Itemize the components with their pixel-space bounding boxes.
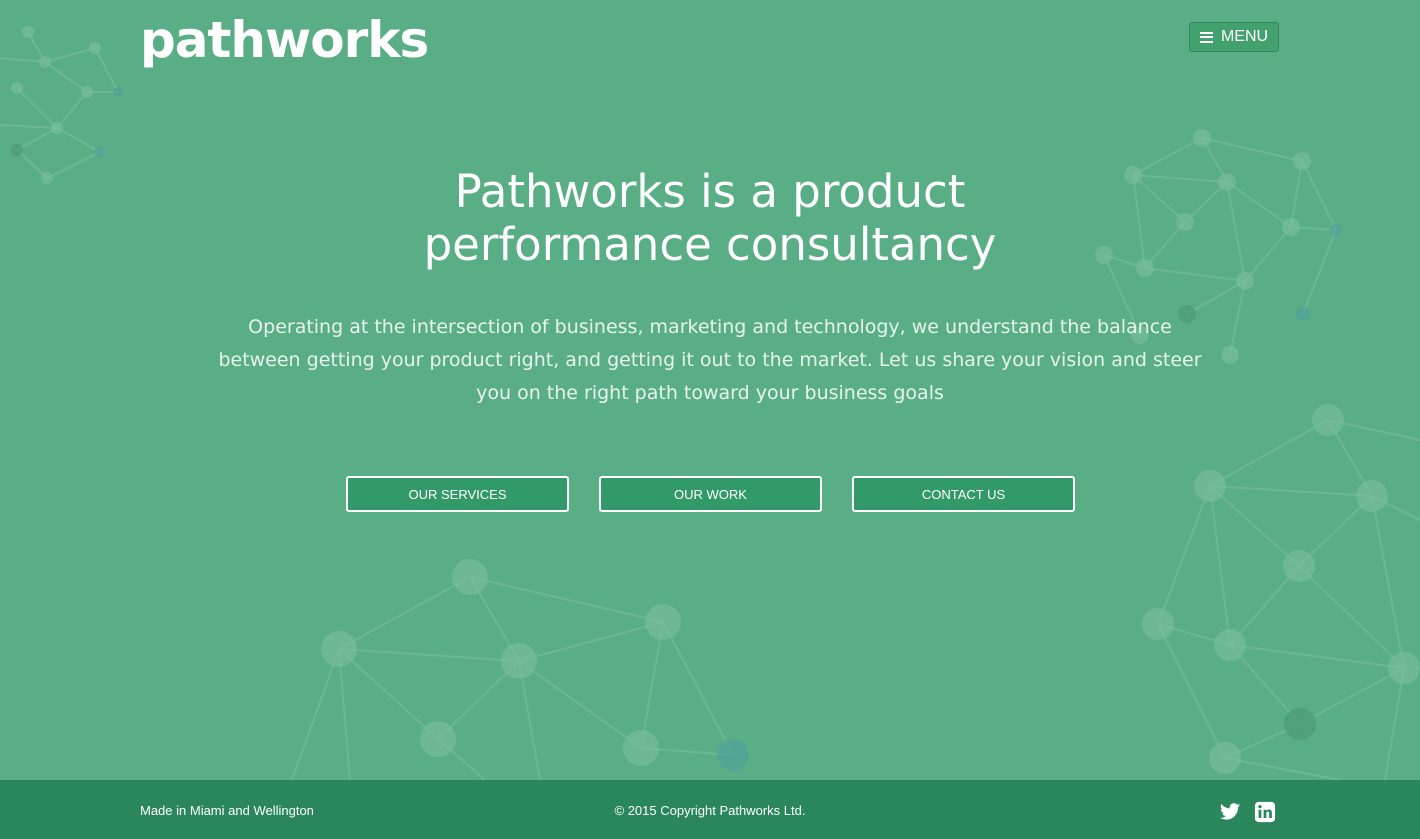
our-services-button[interactable]: OUR SERVICES — [346, 476, 569, 512]
hero-title: Pathworks is a product performance consu… — [310, 165, 1110, 271]
twitter-icon[interactable] — [1219, 801, 1241, 823]
hamburger-icon — [1199, 31, 1213, 43]
contact-us-button[interactable]: CONTACT US — [852, 476, 1075, 512]
hero-description: Operating at the intersection of busines… — [190, 311, 1230, 410]
our-work-button[interactable]: OUR WORK — [599, 476, 822, 512]
menu-label: MENU — [1220, 28, 1269, 45]
linkedin-icon[interactable] — [1254, 801, 1276, 823]
footer: Made in Miami and Wellington © 2015 Copy… — [0, 780, 1420, 839]
hero-description-line: between getting your product right, and … — [218, 349, 1202, 371]
copyright-text: © 2015 Copyright Pathworks Ltd. — [614, 803, 806, 818]
pathworks-logo[interactable]: pathworks — [140, 12, 429, 68]
made-in-text: Made in Miami and Wellington — [140, 803, 314, 818]
hero-description-line: Operating at the intersection of busines… — [248, 316, 1172, 338]
hero-title-line: performance consultancy — [423, 218, 997, 271]
hero-description-line: you on the right path toward your busine… — [476, 382, 944, 404]
menu-button[interactable]: MENU — [1189, 22, 1279, 52]
hero-title-line: Pathworks is a product — [454, 165, 966, 218]
